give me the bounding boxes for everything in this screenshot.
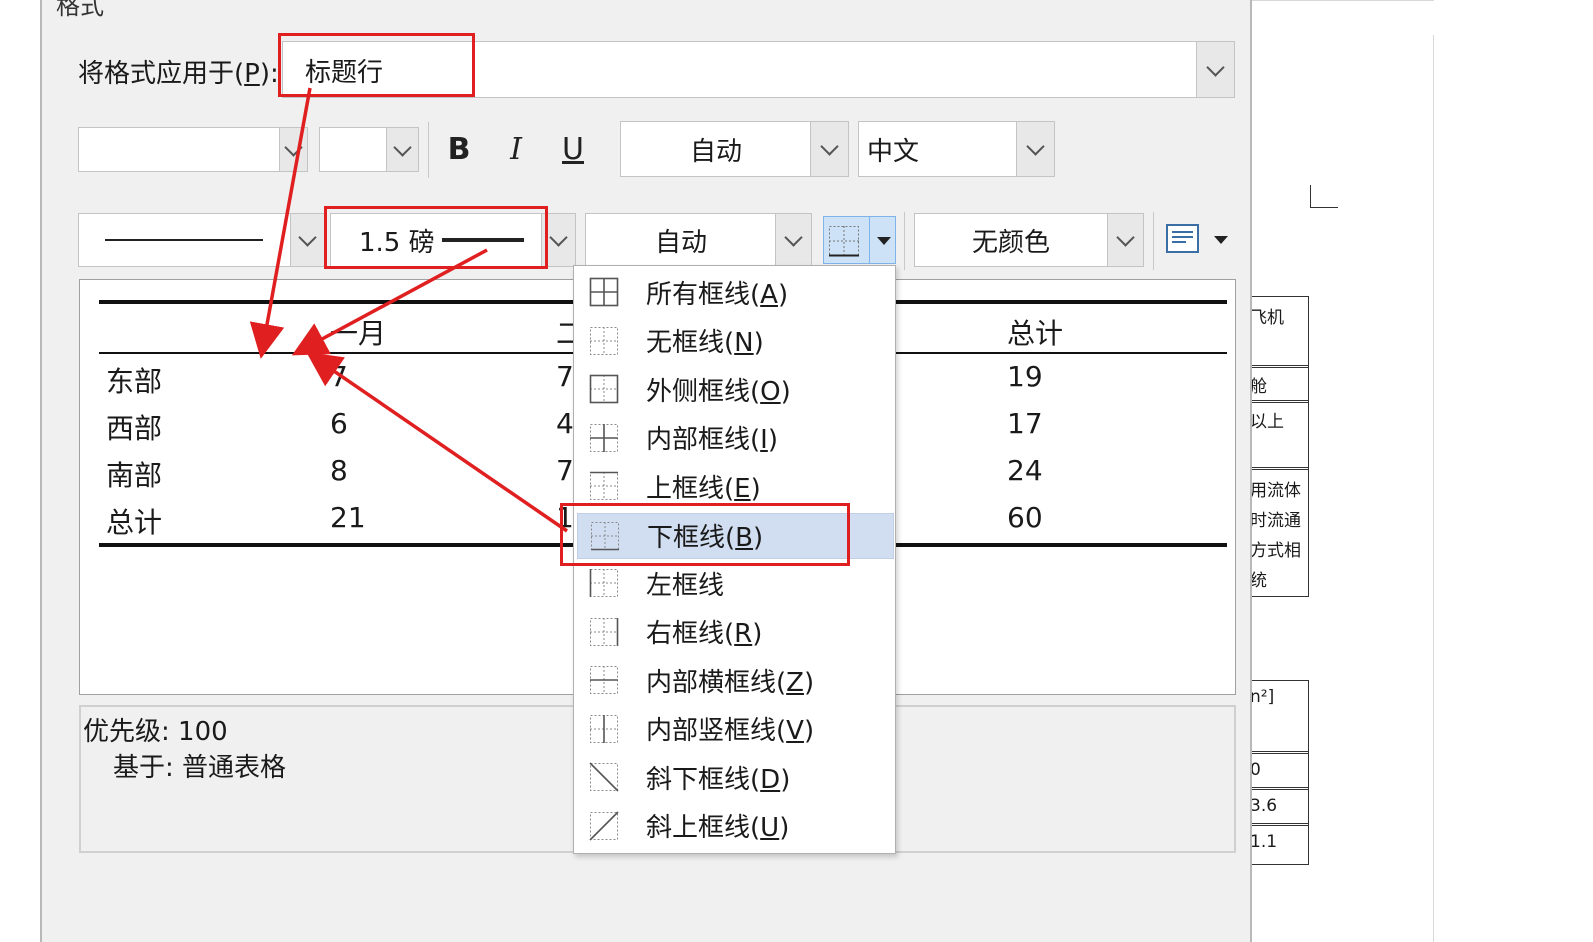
annotation-arrow xyxy=(249,87,312,359)
annotation-arrow xyxy=(291,248,488,356)
annotation-arrow xyxy=(306,352,568,533)
annotation-arrows xyxy=(249,87,568,533)
